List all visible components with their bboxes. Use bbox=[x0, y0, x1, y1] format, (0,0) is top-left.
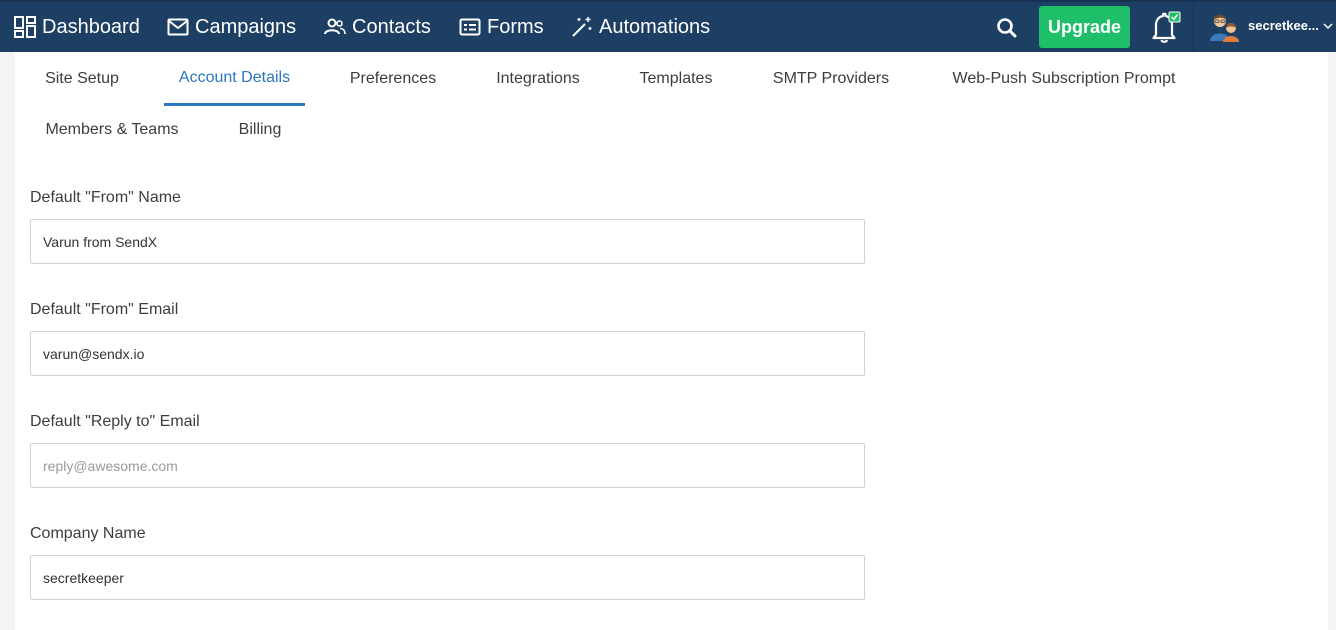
nav-forms[interactable]: Forms bbox=[459, 2, 544, 52]
tab-label: Web-Push Subscription Prompt bbox=[952, 70, 1176, 87]
tab-label: Preferences bbox=[349, 70, 437, 87]
tab-account-details[interactable]: Account Details bbox=[164, 52, 305, 106]
tab-label: Billing bbox=[238, 121, 282, 138]
tab-members-teams[interactable]: Members & Teams bbox=[33, 103, 191, 157]
company-name-label: Company Name bbox=[30, 525, 146, 542]
settings-card: Site Setup Account Details Preferences I… bbox=[15, 52, 1328, 630]
user-menu[interactable]: secretkee... bbox=[1248, 18, 1333, 33]
from-name-label: Default "From" Name bbox=[30, 189, 181, 206]
company-name-input[interactable] bbox=[30, 555, 865, 600]
tab-label: Templates bbox=[639, 70, 713, 87]
nav-dashboard-label: Dashboard bbox=[42, 15, 140, 38]
tab-label: Members & Teams bbox=[45, 121, 179, 138]
tab-label: Account Details bbox=[178, 68, 291, 86]
nav-automations-label: Automations bbox=[599, 15, 711, 38]
nav-contacts-label: Contacts bbox=[352, 15, 431, 38]
nav-contacts[interactable]: Contacts bbox=[324, 2, 431, 52]
tab-integrations[interactable]: Integrations bbox=[481, 52, 595, 106]
dashboard-icon bbox=[14, 16, 36, 38]
nav-divider bbox=[1193, 2, 1194, 52]
nav-automations[interactable]: Automations bbox=[571, 2, 710, 52]
chevron-down-icon bbox=[1323, 23, 1333, 30]
user-name-label: secretkee... bbox=[1248, 18, 1319, 33]
mail-icon bbox=[167, 18, 189, 36]
nav-dashboard[interactable]: Dashboard bbox=[14, 2, 140, 52]
tab-preferences[interactable]: Preferences bbox=[335, 52, 451, 106]
magic-wand-icon bbox=[572, 17, 592, 37]
tab-smtp-providers[interactable]: SMTP Providers bbox=[757, 52, 905, 106]
tab-billing[interactable]: Billing bbox=[219, 103, 301, 157]
tab-label: Site Setup bbox=[45, 70, 119, 87]
from-email-label: Default "From" Email bbox=[30, 301, 179, 318]
tab-label: SMTP Providers bbox=[772, 70, 890, 87]
nav-campaigns-label: Campaigns bbox=[195, 15, 297, 38]
from-name-input[interactable] bbox=[30, 219, 865, 264]
nav-campaigns[interactable]: Campaigns bbox=[167, 2, 296, 52]
tab-web-push-subscription-prompt[interactable]: Web-Push Subscription Prompt bbox=[933, 52, 1195, 106]
nav-forms-label: Forms bbox=[487, 15, 544, 38]
tab-site-setup[interactable]: Site Setup bbox=[33, 52, 131, 106]
search-icon[interactable] bbox=[994, 15, 1020, 41]
notification-bell-icon[interactable] bbox=[1148, 10, 1182, 44]
reply-to-email-input[interactable] bbox=[30, 443, 865, 488]
top-nav-bar: Dashboard Campaigns Contacts Forms Autom… bbox=[0, 0, 1336, 52]
tab-label: Integrations bbox=[496, 70, 580, 87]
from-email-input[interactable] bbox=[30, 331, 865, 376]
tab-templates[interactable]: Templates bbox=[623, 52, 729, 106]
avatar[interactable] bbox=[1208, 11, 1240, 43]
people-icon bbox=[324, 18, 346, 35]
reply-to-label: Default "Reply to" Email bbox=[30, 413, 200, 430]
form-icon bbox=[459, 18, 481, 36]
upgrade-button[interactable]: Upgrade bbox=[1039, 6, 1130, 48]
